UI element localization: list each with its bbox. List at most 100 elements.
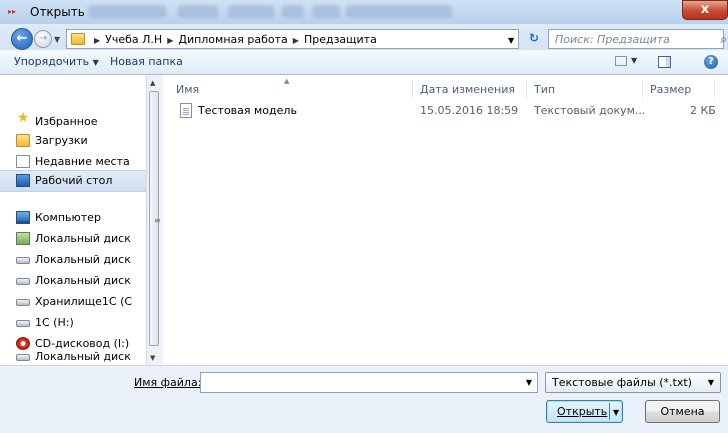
recent-pages-dropdown[interactable]: ▼ [54, 35, 60, 44]
app-icon: ▸▸ [8, 7, 17, 16]
text-file-icon [180, 103, 192, 118]
folder-icon [71, 33, 85, 45]
nav-item-label: Избранное [35, 115, 98, 128]
arrow-left-icon: ← [16, 31, 28, 46]
navigation-pane: ★ Избранное Загрузки Недавние места Рабо… [0, 75, 162, 365]
hard-disk-icon [16, 320, 30, 327]
preview-pane-icon[interactable] [658, 56, 671, 68]
search-placeholder: Поиск: Предзащита [555, 33, 670, 46]
blurred-background-text [346, 5, 452, 18]
hard-disk-icon [16, 278, 30, 285]
column-divider[interactable] [526, 80, 527, 98]
column-divider[interactable] [642, 80, 643, 98]
column-divider[interactable] [412, 80, 413, 98]
scroll-down-icon[interactable]: ▼ [150, 354, 155, 362]
blurred-background-text [312, 5, 340, 18]
search-box[interactable]: Поиск: Предзащита ⌕ [548, 29, 727, 49]
chevron-right-icon[interactable]: ▶ [94, 36, 100, 45]
chevron-down-icon: ▼ [707, 378, 714, 387]
new-folder-button[interactable]: Новая папка [110, 55, 183, 68]
nav-pane-scrollbar[interactable]: ▲ ≡ ▼ [146, 75, 162, 365]
grip-icon: ≡ [154, 216, 161, 225]
nav-item-drive[interactable]: Хранилище1С (С [0, 292, 146, 312]
breadcrumb-item[interactable]: Учеба Л.Н [105, 33, 162, 46]
nav-item-computer[interactable]: Компьютер [0, 208, 146, 228]
hard-disk-icon [16, 257, 30, 264]
column-header-type[interactable]: Тип [534, 83, 555, 96]
nav-item-label: Компьютер [35, 211, 101, 224]
desktop-icon [16, 174, 30, 187]
file-type: Текстовый докум... [534, 104, 646, 117]
file-list: Имя ▲ Дата изменения Тип Размер Тестовая… [164, 75, 728, 365]
nav-item-drive[interactable]: Локальный диск [0, 229, 146, 249]
address-bar[interactable]: ▶ Учеба Л.Н ▶ Дипломная работа ▶ Предзащита ▼ [66, 29, 519, 49]
view-options-icon[interactable] [615, 56, 627, 66]
filename-input[interactable] [201, 373, 525, 392]
hard-disk-icon [16, 299, 30, 306]
open-file-dialog: ▸▸ Открыть x ← → ▼ ▶ Учеба Л.Н ▶ Дипломная … [0, 0, 728, 433]
refresh-icon: ↻ [528, 31, 540, 45]
sort-ascending-icon: ▲ [284, 77, 290, 85]
file-name: Тестовая модель [198, 104, 297, 117]
close-icon: x [700, 2, 710, 17]
nav-item-drive[interactable]: Локальный диск [0, 347, 146, 365]
toolbar: Упорядочить ▼ Новая папка ▼ ? [0, 50, 728, 75]
column-header-size[interactable]: Размер [650, 83, 691, 96]
nav-item-drive[interactable]: Локальный диск [0, 250, 146, 270]
breadcrumb: ▶ Учеба Л.Н ▶ Дипломная работа ▶ Предзащита [89, 33, 377, 46]
view-options-dropdown[interactable]: ▼ [631, 56, 637, 65]
nav-item-downloads[interactable]: Загрузки [0, 131, 146, 151]
nav-item-label: Загрузки [35, 134, 88, 147]
column-header-name[interactable]: Имя [176, 83, 199, 96]
open-button-label: Открыть [557, 405, 608, 418]
hard-disk-icon [16, 354, 30, 361]
open-options-dropdown[interactable]: ▼ [613, 408, 619, 417]
address-history-dropdown[interactable]: ▼ [508, 36, 514, 45]
computer-icon [16, 211, 30, 224]
file-size: 2 КБ [690, 104, 716, 117]
organize-button[interactable]: Упорядочить ▼ [14, 55, 99, 68]
nav-item-recent-places[interactable]: Недавние места [0, 152, 146, 172]
blurred-background-text [88, 5, 166, 18]
breadcrumb-item[interactable]: Дипломная работа [178, 33, 287, 46]
nav-item-label: Недавние места [35, 155, 130, 168]
system-disk-icon [16, 232, 30, 245]
nav-item-label: 1С (H:) [35, 316, 74, 329]
refresh-button[interactable]: ↻ [524, 30, 544, 48]
filename-combobox[interactable]: ▼ [200, 372, 538, 393]
search-icon[interactable]: ⌕ [720, 32, 727, 47]
cancel-button[interactable]: Отмена [645, 400, 720, 423]
nav-item-label: Рабочий стол [35, 174, 113, 187]
chevron-right-icon[interactable]: ▶ [293, 36, 299, 45]
nav-item-favorites[interactable]: ★ Избранное [0, 110, 146, 130]
file-type-filter[interactable]: Текстовые файлы (*.txt) ▼ [545, 372, 721, 393]
chevron-down-icon: ▼ [92, 58, 99, 67]
nav-item-drive[interactable]: Локальный диск [0, 271, 146, 291]
back-button[interactable]: ← [11, 28, 33, 50]
chevron-right-icon[interactable]: ▶ [167, 36, 173, 45]
close-button[interactable]: x [682, 0, 728, 20]
nav-item-label: Локальный диск [35, 253, 131, 266]
nav-item-label: Локальный диск [35, 274, 131, 287]
title-bar[interactable]: ▸▸ Открыть x [0, 0, 728, 24]
breadcrumb-item[interactable]: Предзащита [304, 33, 377, 46]
arrow-right-icon: → [38, 33, 48, 44]
filename-label: Имя файла: [134, 376, 201, 389]
split-divider [609, 403, 610, 420]
scrollbar-thumb[interactable]: ≡ [149, 91, 161, 346]
chevron-down-icon[interactable]: ▼ [526, 378, 532, 387]
blurred-background-text [282, 5, 304, 18]
filename-label-text: Имя файла: [134, 376, 202, 389]
forward-button[interactable]: → [34, 30, 52, 48]
file-type-filter-value: Текстовые файлы (*.txt) [552, 376, 692, 389]
help-icon[interactable]: ? [704, 55, 718, 69]
scroll-up-icon[interactable]: ▲ [150, 79, 155, 87]
column-header-date[interactable]: Дата изменения [420, 83, 515, 96]
nav-item-label: Локальный диск [35, 232, 131, 245]
column-divider[interactable] [714, 80, 715, 98]
nav-item-desktop[interactable]: Рабочий стол [0, 170, 146, 192]
open-button[interactable]: Открыть ▼ [546, 400, 623, 423]
organize-label: Упорядочить [14, 55, 90, 68]
nav-item-drive[interactable]: 1С (H:) [0, 313, 146, 333]
file-row[interactable]: Тестовая модель 15.05.2016 18:59 Текстов… [172, 100, 728, 122]
